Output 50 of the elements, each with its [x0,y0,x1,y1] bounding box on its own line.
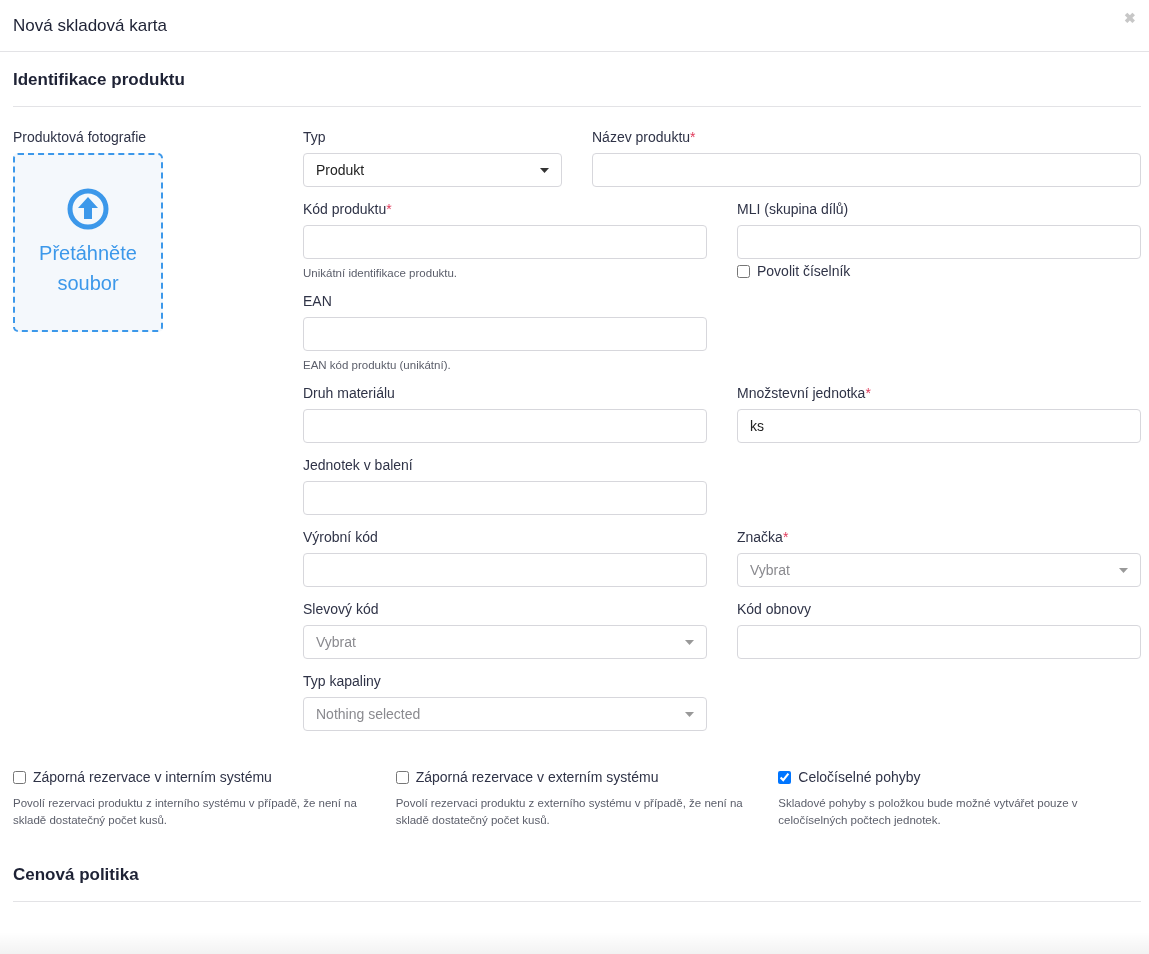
help-text: Skladové pohyby s položkou bude možné vytvářet pouze v celočíselných počtech jednotek. [778,796,1079,828]
text-field[interactable]: ks [737,409,1141,443]
dropzone-text: Přetáhněte soubor [38,240,138,296]
upload-icon [67,187,109,230]
checkbox-label: Celočíselné pohyby [798,769,921,785]
checkbox[interactable] [778,770,792,784]
caret-icon [685,639,694,645]
help-text: Unikátní identifikace produktu. [303,267,459,279]
caret-icon [685,711,694,717]
window-title: Nová skladová karta [13,15,168,36]
section-title: Identifikace produktu [13,70,186,90]
field-label: Druh materiálu [303,385,396,402]
field-label: Množstevní jednotka* [737,385,872,402]
text-field[interactable] [303,553,707,587]
field-label: Produktová fotografie [13,129,148,146]
field-label: MLI (skupina dílů) [737,201,850,218]
field-label: Výrobní kód [303,529,379,546]
field-label: Typ [303,129,327,146]
field-label: Kód produktu* [303,201,393,218]
help-text: Povolí rezervaci produktu z externího systému v případě, že není na skladě dostatečný počet kusů. [395,796,744,828]
field-label: EAN [303,293,333,310]
caret-icon [1119,567,1128,573]
checkbox[interactable] [395,770,409,784]
text-field[interactable] [737,225,1141,259]
field-label: Slevový kód [303,601,380,618]
text-field[interactable] [303,225,707,259]
help-text: Povolí rezervaci produktu z interního systému v případě, že není na skladě dostatečný počet kusů. [13,796,358,828]
checkbox-label: Záporná rezervace v externím systému [415,769,659,785]
text-field[interactable] [303,409,707,443]
checkbox-label: Povolit číselník [757,263,851,279]
select-field[interactable]: Vybrat [303,625,707,659]
help-text: EAN kód produktu (unikátní). [303,359,452,371]
field-label: Název produktu* [592,129,697,146]
text-field[interactable] [592,153,1141,187]
text-field[interactable] [303,481,707,515]
field-label: Značka* [737,529,790,546]
text-field[interactable] [303,317,707,351]
checkbox[interactable] [737,264,750,278]
field-label: Kód obnovy [737,601,812,618]
field-label: Jednotek v balení [303,457,414,474]
section-title: Cenová politika [13,865,140,885]
text-field[interactable] [737,625,1141,659]
select-field[interactable]: Vybrat [737,553,1141,587]
checkbox[interactable] [13,770,26,784]
dropzone[interactable]: Přetáhněte soubor [13,153,163,332]
select-field[interactable]: Nothing selected [303,697,707,731]
select-field[interactable]: Produkt [303,153,562,187]
caret-icon [540,167,549,173]
field-label: Typ kapaliny [303,673,382,690]
checkbox-label: Záporná rezervace v interním systému [33,769,272,785]
